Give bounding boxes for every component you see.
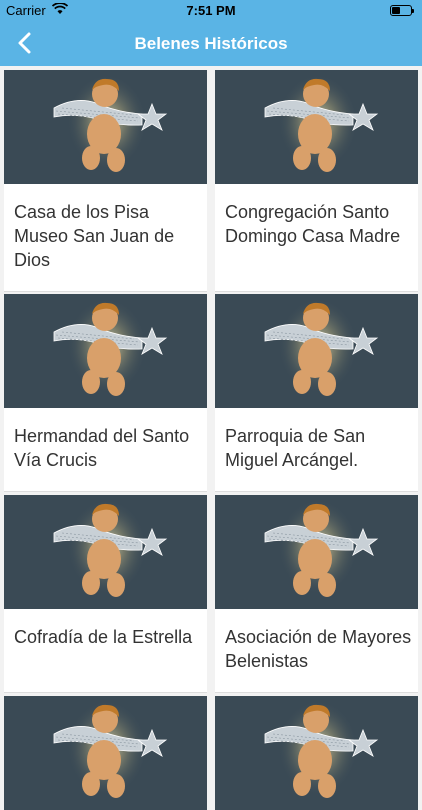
- thumbnail-image: [4, 294, 207, 408]
- thumbnail-image: [4, 70, 207, 184]
- divider: [4, 692, 207, 693]
- grid-item[interactable]: Casa de los Pisa Museo San Juan de Dios: [4, 70, 207, 292]
- angel-with-star-image: [53, 499, 168, 597]
- thumbnail-image: [215, 294, 418, 408]
- thumbnail-image: [215, 495, 418, 609]
- grid-item[interactable]: [215, 696, 418, 810]
- thumbnail-image: [215, 696, 418, 810]
- divider: [215, 692, 418, 693]
- grid-item[interactable]: [4, 696, 207, 810]
- angel-with-star-image: [53, 74, 168, 172]
- item-title: Cofradía de la Estrella: [14, 627, 193, 647]
- divider: [4, 491, 207, 492]
- angel-with-star-image: [53, 700, 168, 798]
- clock: 7:51 PM: [186, 3, 236, 18]
- angel-with-star-image: [264, 74, 379, 172]
- grid-item[interactable]: Parroquia de San Miguel Arcángel.: [215, 294, 418, 492]
- navigation-bar: Belenes Históricos: [0, 22, 422, 66]
- thumbnail-image: [4, 696, 207, 810]
- thumbnail-image: [215, 70, 418, 184]
- grid-item[interactable]: Asociación de Mayores Belenistas: [215, 495, 418, 693]
- angel-with-star-image: [264, 499, 379, 597]
- divider: [215, 291, 418, 292]
- grid-item[interactable]: Hermandad del Santo Vía Crucis: [4, 294, 207, 492]
- battery-icon: [390, 5, 414, 16]
- grid-item[interactable]: Cofradía de la Estrella: [4, 495, 207, 693]
- thumbnail-image: [4, 495, 207, 609]
- item-title: Hermandad del Santo Vía Crucis: [14, 426, 190, 470]
- page-title: Belenes Históricos: [134, 34, 288, 53]
- grid-item[interactable]: Congregación Santo Domingo Casa Madre: [215, 70, 418, 292]
- divider: [4, 291, 207, 292]
- angel-with-star-image: [264, 298, 379, 396]
- divider: [215, 491, 418, 492]
- status-bar: Carrier 7:51 PM: [0, 0, 422, 22]
- item-title: Parroquia de San Miguel Arcángel.: [225, 426, 366, 470]
- item-title: Asociación de Mayores Belenistas: [225, 627, 412, 671]
- angel-with-star-image: [53, 298, 168, 396]
- angel-with-star-image: [264, 700, 379, 798]
- item-title: Casa de los Pisa Museo San Juan de Dios: [14, 202, 175, 270]
- item-title: Congregación Santo Domingo Casa Madre: [225, 202, 401, 246]
